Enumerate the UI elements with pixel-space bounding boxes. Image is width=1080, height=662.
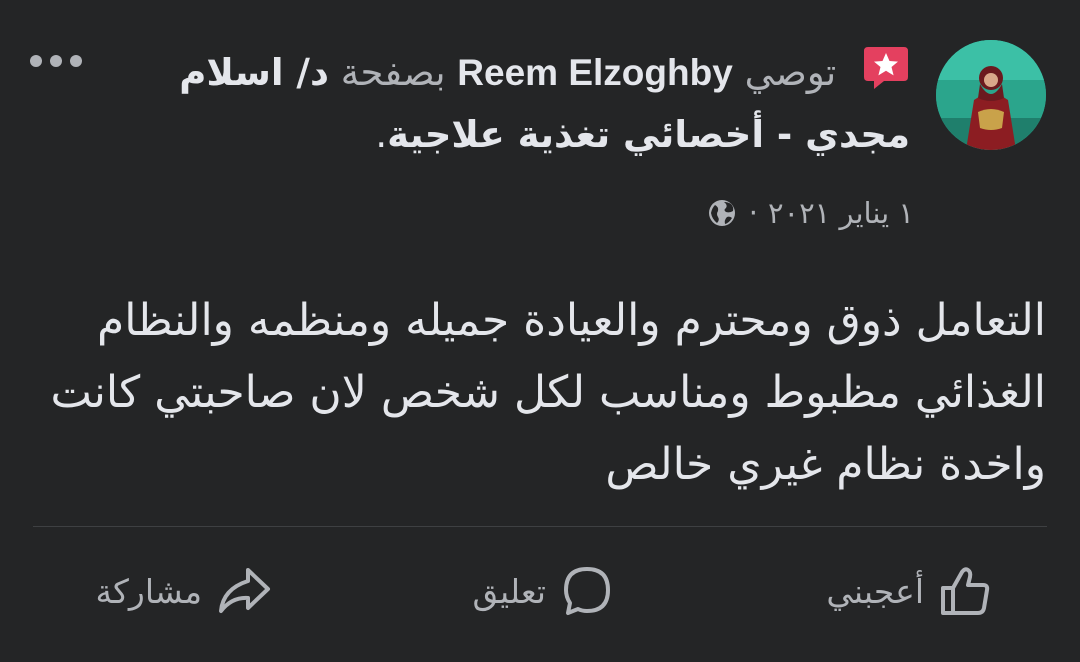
post-body: التعامل ذوق ومحترم والعيادة جميله ومنظمه… bbox=[50, 295, 1046, 490]
share-button[interactable]: مشاركة bbox=[95, 561, 272, 621]
like-button[interactable]: أعجبني bbox=[826, 561, 992, 621]
page-prefix: بصفحة bbox=[340, 51, 446, 94]
action-bar: أعجبني تعليق مشاركة bbox=[0, 527, 1080, 662]
comment-button[interactable]: تعليق bbox=[472, 561, 614, 621]
globe-icon bbox=[708, 200, 735, 226]
post-headline: توصي Reem Elzoghby بصفحة د/ اسلام مجدي -… bbox=[150, 42, 910, 166]
thumbs-up-icon bbox=[941, 567, 990, 615]
more-options-button[interactable] bbox=[30, 50, 82, 72]
post-meta: ١ يناير ٢٠٢١ · bbox=[707, 196, 914, 230]
headline-period: . bbox=[375, 113, 388, 156]
more-dot bbox=[50, 55, 62, 67]
date-separator: · bbox=[748, 196, 758, 230]
comment-label: تعليق bbox=[472, 571, 546, 611]
share-arrow-icon bbox=[219, 568, 270, 613]
comment-bubble-icon bbox=[564, 567, 610, 615]
more-dot bbox=[70, 55, 82, 67]
avatar-photo bbox=[936, 40, 1046, 150]
more-dot bbox=[30, 55, 42, 67]
recommend-star-icon bbox=[864, 47, 908, 89]
like-label: أعجبني bbox=[826, 571, 924, 611]
avatar[interactable] bbox=[936, 40, 1046, 150]
post-date[interactable]: ١ يناير ٢٠٢١ bbox=[768, 196, 914, 230]
post-card: توصي Reem Elzoghby بصفحة د/ اسلام مجدي -… bbox=[0, 0, 1080, 662]
author-name[interactable]: Reem Elzoghby bbox=[457, 52, 733, 93]
share-label: مشاركة bbox=[95, 571, 202, 611]
recommends-label: توصي bbox=[744, 51, 837, 94]
